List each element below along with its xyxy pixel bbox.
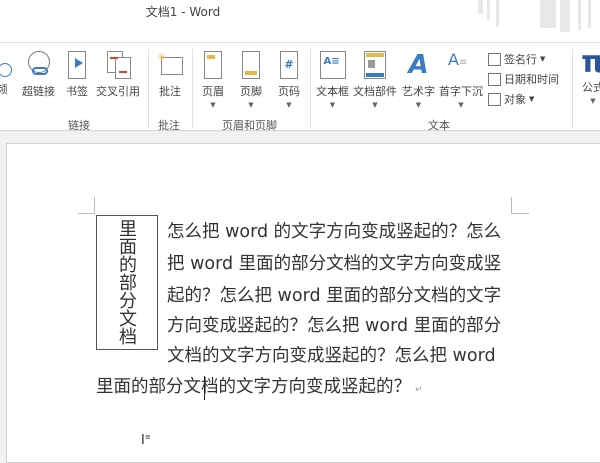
text-segment: 档的文字方向变成竖起的？ [201,377,411,397]
header-button[interactable]: 页眉 ▼ [202,51,224,109]
margin-corner-mark [511,197,512,214]
button-label: 页眉 [202,85,224,98]
vertical-text: 里面的部分文档 [116,219,137,345]
wordart-button[interactable]: A 艺术字 ▼ [402,51,435,109]
text-cursor [204,376,205,400]
group-divider [192,49,193,129]
group-label-comments: 批注 [158,119,180,132]
hyperlink-icon [26,51,52,79]
dropdown-arrow-icon: ▼ [415,101,422,109]
footer-icon [242,51,260,79]
group-divider [572,49,573,129]
bookmark-button[interactable]: 书签 [66,51,88,99]
group-label-header-footer: 页眉和页脚 [222,119,277,132]
button-label: 批注 [159,85,181,98]
new-comment-icon: ✳ [157,51,183,79]
text-line: 方向变成竖起的？怎么把 word 里面的部分 [167,316,502,336]
title-decoration [478,0,483,14]
title-decoration [540,0,556,28]
button-label: 日期和时间 [504,73,559,86]
page-number-button[interactable]: # 页码 ▼ [278,51,300,109]
wordart-icon: A [408,50,429,80]
ibeam-cursor-icon: I≡ [141,433,151,448]
button-label: 书签 [66,85,88,98]
button-label: 文本框 [316,85,349,98]
page-number-icon: # [280,51,298,79]
dropdown-arrow-icon: ▼ [248,101,254,109]
text-line: 里面的部分文档的文字方向变成竖起的？ ↵ [96,376,423,401]
group-label-links: 链接 [68,119,90,132]
margin-corner-mark [94,197,95,214]
equation-button-partial[interactable]: π 公式 ▼ [580,45,600,106]
text-box-button[interactable]: A≡ 文本框 ▼ [316,51,349,109]
cross-reference-button[interactable]: 交叉引用 [96,51,140,99]
vertical-text-box[interactable]: 里面的部分文档 [96,215,158,350]
text-line: 把 word 里面的部分文档的文字方向变成竖 [167,254,502,274]
pi-icon: π [581,45,600,80]
dropdown-arrow-icon: ▼ [210,101,216,109]
title-decoration [588,0,591,28]
bookmark-icon [68,51,86,79]
signature-line-button[interactable]: 签名行 ▼ [488,51,545,67]
button-label: 首字下沉 [439,85,483,98]
object-button[interactable]: 对象 ▼ [488,91,534,107]
button-label: 页脚 [240,85,262,98]
window-title: 文档1 - Word [145,5,221,19]
group-label-text: 文本 [428,119,450,132]
date-time-button[interactable]: 日期和时间 [488,71,559,87]
comment-button[interactable]: ✳ 批注 [157,51,183,99]
text-box-icon: A≡ [319,51,346,79]
button-label: 页码 [278,85,300,98]
title-decoration [560,0,570,32]
button-label: 文档部件 [353,85,397,98]
quick-parts-button[interactable]: 文档部件 ▼ [353,51,397,109]
title-decoration [496,0,499,27]
hyperlink-button[interactable]: 超链接 [22,51,55,99]
dropdown-arrow-icon: ▼ [372,101,378,109]
title-bar: 文档1 - Word [0,0,600,42]
margin-corner-mark [511,213,529,214]
button-label: 签名行 [504,53,537,66]
title-decoration [578,0,581,30]
footer-button[interactable]: 页脚 ▼ [240,51,262,109]
dropdown-arrow-icon: ▼ [329,101,336,109]
button-label: 频 [0,83,8,96]
header-icon [204,51,222,79]
dropdown-arrow-icon: ▼ [458,101,464,109]
button-label: 交叉引用 [96,85,140,98]
text-segment: 里面的部分文 [96,377,201,397]
signature-line-icon [488,52,501,66]
quick-parts-icon [364,51,386,79]
group-divider [148,49,149,129]
button-label: 对象 [504,93,526,106]
cross-reference-icon [105,51,131,79]
text-line: 怎么把 word 的文字方向变成竖起的？怎么 [167,222,502,242]
video-button-partial[interactable]: 频 [0,63,12,97]
group-divider [310,49,311,129]
text-line: 文档的文字方向变成竖起的？怎么把 word [167,346,496,366]
text-line: 起的？怎么把 word 里面的部分文档的文字 [167,286,502,306]
button-label: 超链接 [22,85,55,98]
paragraph-mark: ↵ [415,385,423,395]
drop-cap-button[interactable]: A≡ 首字下沉 ▼ [439,50,483,110]
title-decoration [487,0,490,20]
globe-icon [0,63,12,77]
calendar-clock-icon [488,72,501,86]
dropdown-arrow-icon: ▼ [590,97,596,105]
object-icon [488,92,501,106]
drop-cap-icon: A≡ [448,50,468,69]
margin-corner-mark [78,213,94,214]
button-label: 艺术字 [402,85,435,98]
ribbon-insert: 频 超链接 书签 交叉引用 链接 ✳ 批注 批注 页眉 ▼ 页脚 ▼ # 页码 ▼ 页… [0,42,600,132]
dropdown-arrow-icon: ▼ [286,101,292,109]
button-label: 公式 [582,81,600,94]
